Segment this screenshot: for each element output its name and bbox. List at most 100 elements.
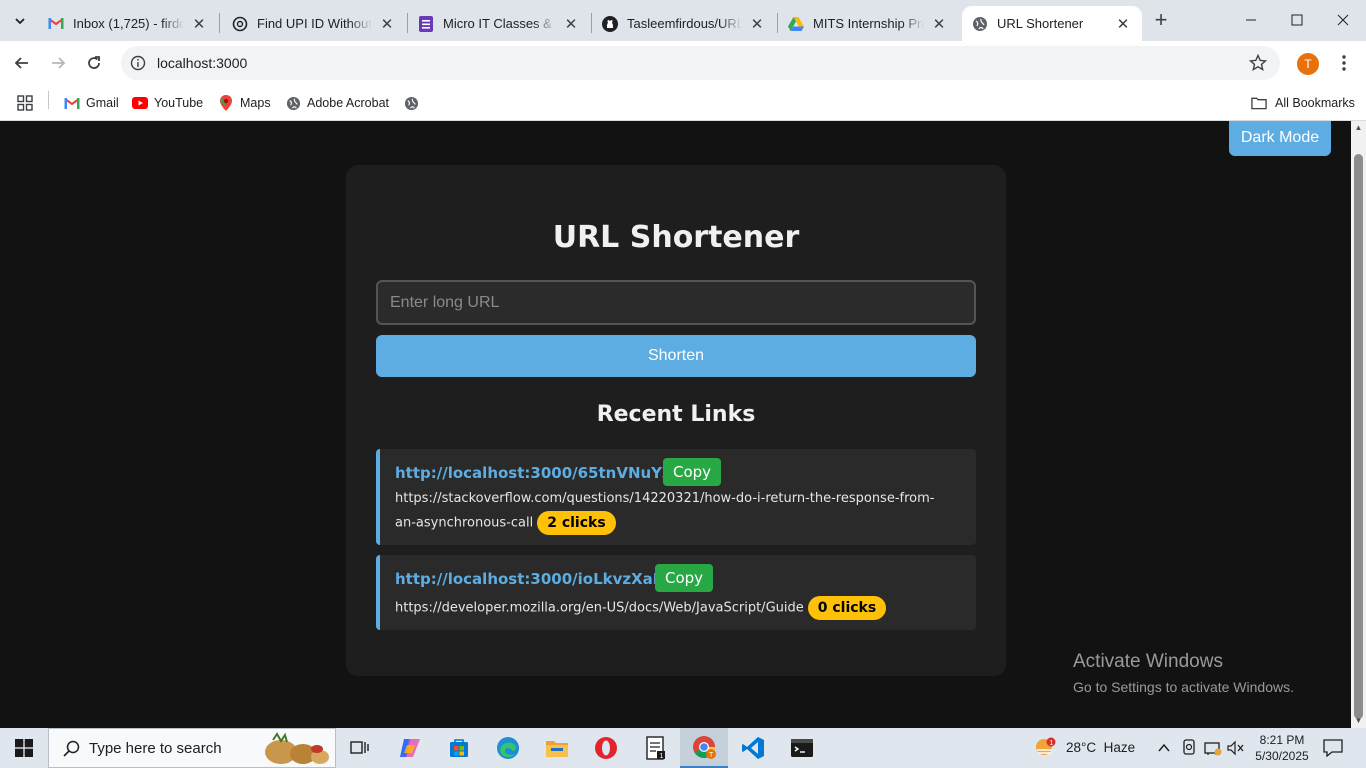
activate-windows-watermark: Activate Windows Go to Settings to activ… <box>1073 651 1294 695</box>
reload-button[interactable] <box>80 49 108 77</box>
taskbar-opera[interactable] <box>582 728 630 768</box>
scroll-down-arrow-icon[interactable]: ▼ <box>1354 716 1363 725</box>
taskbar-file-explorer[interactable] <box>533 728 581 768</box>
tab-github[interactable]: Tasleemfirdous/URL-Shortener ✕ <box>592 6 776 41</box>
tab-divider <box>219 13 220 33</box>
close-tab-icon[interactable]: ✕ <box>1114 15 1132 33</box>
arrow-left-icon <box>14 57 28 69</box>
taskbar-chrome[interactable]: T <box>680 728 728 768</box>
tab-url-shortener[interactable]: URL Shortener ✕ <box>962 6 1142 41</box>
reload-icon <box>88 56 100 69</box>
task-view-button[interactable] <box>336 728 384 768</box>
close-icon <box>1337 14 1349 26</box>
gmail-icon <box>64 95 80 111</box>
site-info-icon[interactable] <box>129 54 147 72</box>
network-icon[interactable] <box>1204 740 1222 756</box>
copy-button[interactable]: Copy <box>663 458 722 486</box>
forms-icon <box>418 15 434 32</box>
globe-icon <box>285 95 301 111</box>
search-placeholder: Type here to search <box>89 739 222 757</box>
start-button[interactable] <box>0 728 48 768</box>
tab-title: Inbox (1,725) - firdous <box>73 16 184 31</box>
taskbar-microsoft-store[interactable] <box>435 728 483 768</box>
chatgpt-icon <box>232 16 248 32</box>
click-count-badge: 2 clicks <box>537 511 616 535</box>
bookmark-adobe-acrobat[interactable]: Adobe Acrobat <box>285 92 389 114</box>
shortener-card: URL Shortener Shorten Recent Links http:… <box>346 165 1006 676</box>
back-button[interactable] <box>8 49 36 77</box>
close-tab-icon[interactable]: ✕ <box>930 15 948 33</box>
taskbar-search-box[interactable]: Type here to search <box>48 728 336 768</box>
long-url-input[interactable] <box>376 280 976 325</box>
globe-icon <box>972 16 988 32</box>
page-scrollbar[interactable]: ▲ ▼ <box>1351 121 1366 728</box>
page-title: URL Shortener <box>552 220 800 255</box>
bookmark-star-icon[interactable] <box>1248 53 1268 73</box>
globe-icon <box>403 95 419 111</box>
scrollbar-thumb[interactable] <box>1354 154 1363 719</box>
folder-icon <box>1251 95 1267 111</box>
taskbar-copilot[interactable] <box>386 728 434 768</box>
dark-mode-toggle-button[interactable]: Dark Mode <box>1229 121 1331 156</box>
more-vert-icon <box>1342 55 1346 71</box>
browser-menu-button[interactable] <box>1334 51 1354 75</box>
close-tab-icon[interactable]: ✕ <box>378 15 396 33</box>
minimize-icon <box>1246 19 1256 21</box>
tab-gmail[interactable]: Inbox (1,725) - firdous ✕ <box>38 6 218 41</box>
bookmark-divider <box>48 91 49 109</box>
taskbar-notepad[interactable]: 1 <box>631 728 679 768</box>
bookmark-label: Maps <box>240 96 271 110</box>
terminal-icon <box>791 739 813 757</box>
bookmark-gmail[interactable]: Gmail <box>64 92 119 114</box>
apps-grid-icon <box>17 95 33 111</box>
notifications-icon[interactable] <box>1323 739 1343 758</box>
click-count-badge: 0 clicks <box>807 596 887 620</box>
short-link[interactable]: http://localhost:3000/65tnVNuYZ <box>395 464 673 482</box>
tab-chatgpt[interactable]: Find UPI ID Without Phone ✕ <box>222 6 406 41</box>
volume-muted-icon[interactable] <box>1227 740 1245 756</box>
link-item: http://localhost:3000/ioLkvzXaD Copy htt… <box>376 555 976 630</box>
address-text: localhost:3000 <box>157 55 248 71</box>
original-url-text: https://stackoverflow.com/questions/1422… <box>395 491 935 531</box>
maximize-icon <box>1291 14 1303 26</box>
tab-drive[interactable]: MITS Internship Project ✕ <box>778 6 958 41</box>
close-tab-icon[interactable]: ✕ <box>190 15 208 33</box>
copy-button[interactable]: Copy <box>655 564 714 592</box>
chrome-icon: T <box>693 736 716 759</box>
bookmark-maps[interactable]: Maps <box>218 92 271 114</box>
notepad-icon: 1 <box>646 736 665 760</box>
taskbar-edge[interactable] <box>484 728 532 768</box>
tab-title: Micro IT Classes & Internship <box>443 16 556 31</box>
bookmark-label: Adobe Acrobat <box>307 96 390 110</box>
weather-icon[interactable]: 1 <box>1034 737 1056 759</box>
all-bookmarks-button[interactable]: All Bookmarks <box>1251 92 1355 114</box>
new-tab-button[interactable]: + <box>1149 7 1173 32</box>
taskbar-vscode[interactable] <box>729 728 777 768</box>
show-hidden-icons-icon[interactable] <box>1157 741 1171 755</box>
apps-button[interactable] <box>17 92 33 114</box>
maximize-button[interactable] <box>1274 0 1320 40</box>
address-bar[interactable]: localhost:3000 <box>121 46 1280 80</box>
shorten-button[interactable]: Shorten <box>376 335 976 377</box>
forward-button[interactable] <box>44 49 72 77</box>
scroll-up-arrow-icon[interactable]: ▲ <box>1354 123 1363 132</box>
bookmark-untitled[interactable] <box>403 92 425 114</box>
edge-icon <box>497 737 519 759</box>
tab-search-dropdown[interactable] <box>6 7 34 35</box>
close-tab-icon[interactable]: ✕ <box>562 15 580 33</box>
minimize-button[interactable] <box>1228 0 1274 40</box>
close-window-button[interactable] <box>1320 0 1366 40</box>
bookmark-label: Gmail <box>86 96 119 110</box>
tray-device-icon[interactable] <box>1181 739 1197 757</box>
profile-avatar[interactable]: T <box>1297 53 1319 75</box>
tab-micro-it[interactable]: Micro IT Classes & Internship ✕ <box>408 6 590 41</box>
windows-logo-icon <box>15 739 33 757</box>
page-viewport: Dark Mode URL Shortener Shorten Recent L… <box>0 121 1366 728</box>
short-link[interactable]: http://localhost:3000/ioLkvzXaD <box>395 570 665 588</box>
system-clock[interactable]: 8:21 PM 5/30/2025 <box>1252 732 1312 764</box>
close-tab-icon[interactable]: ✕ <box>748 15 766 33</box>
taskbar-terminal[interactable] <box>778 728 826 768</box>
vscode-icon <box>742 737 764 759</box>
bookmark-youtube[interactable]: YouTube <box>132 92 203 114</box>
weather-text[interactable]: 28°C Haze <box>1066 740 1135 755</box>
